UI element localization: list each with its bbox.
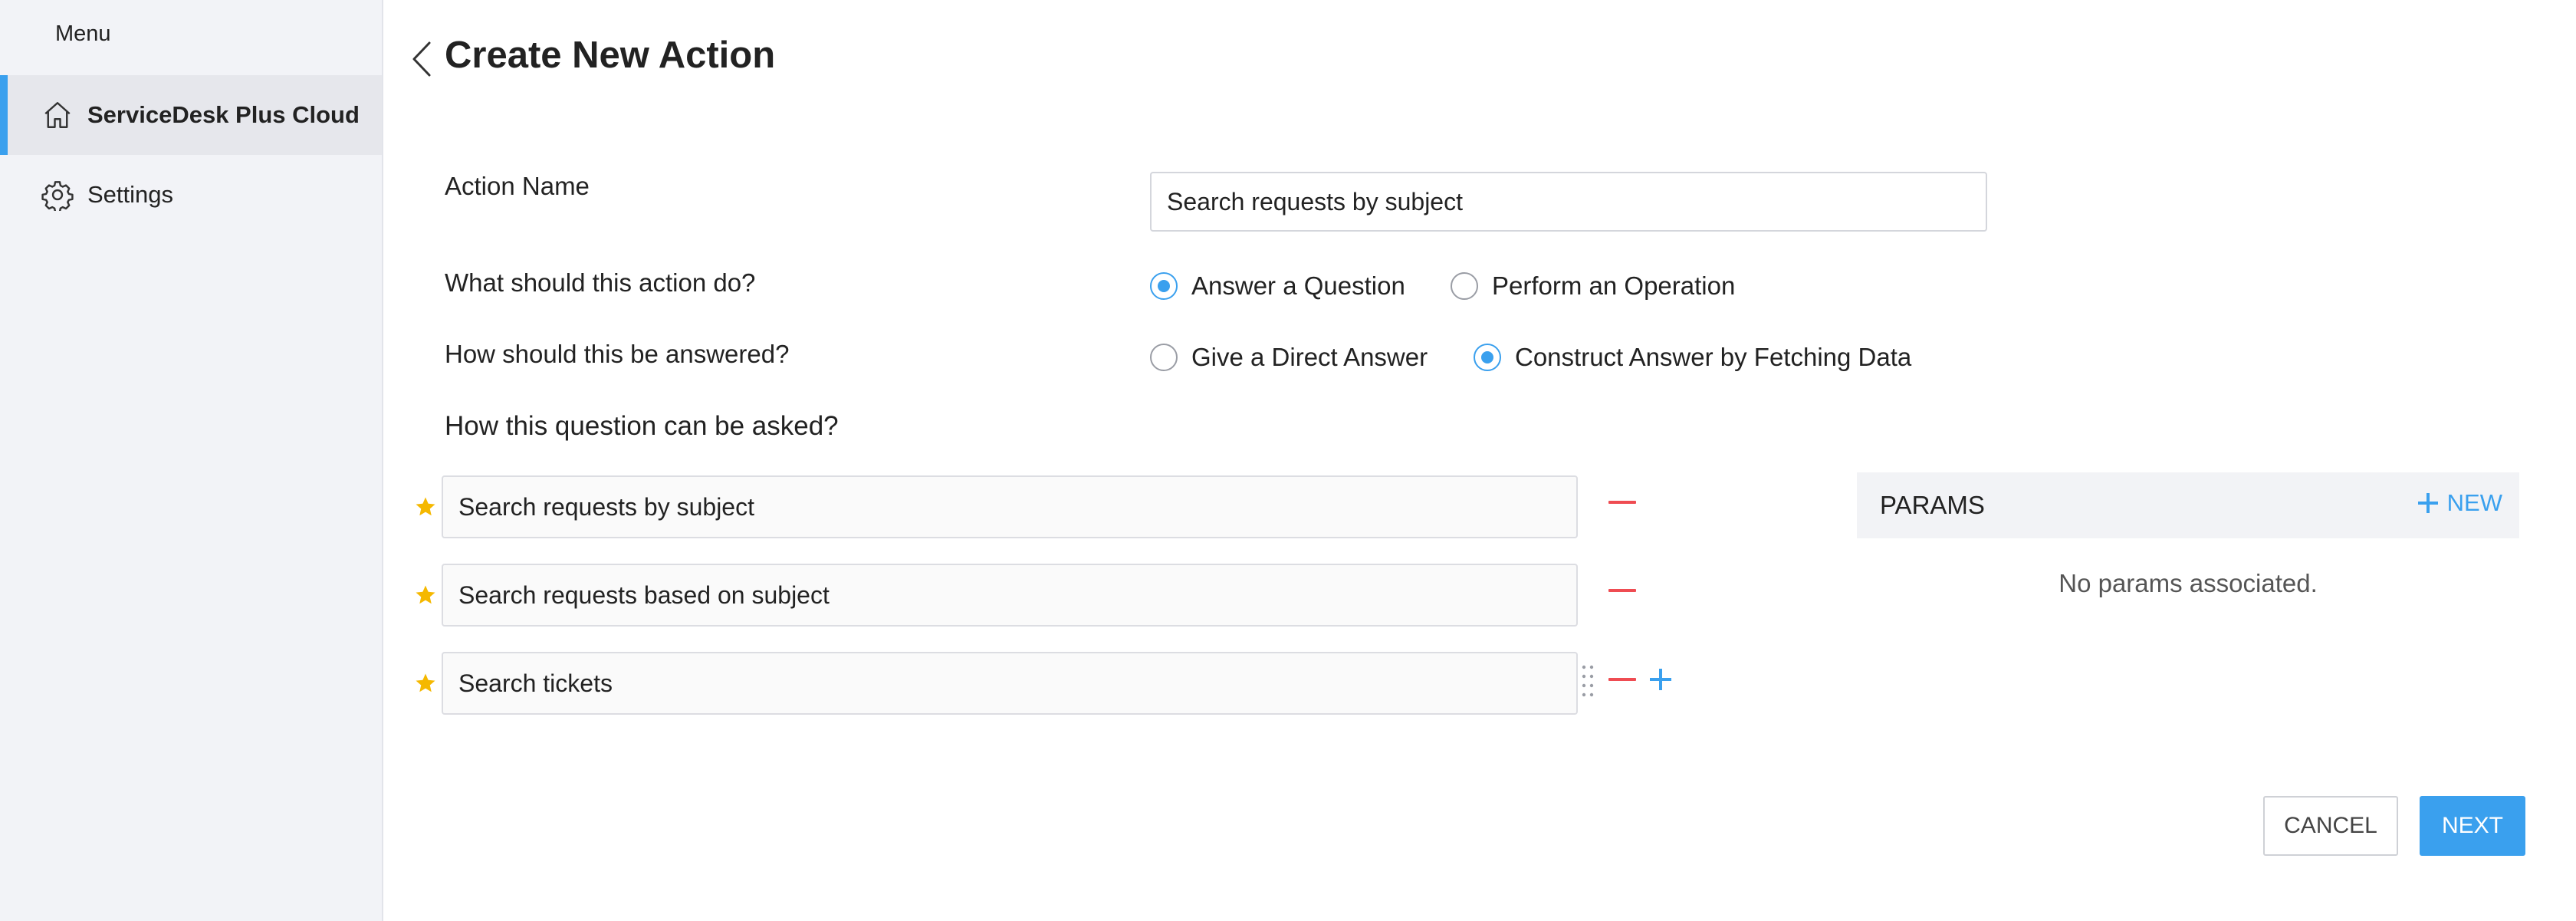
radio-circle xyxy=(1150,344,1178,371)
radio-perform-an-operation[interactable]: Perform an Operation xyxy=(1451,271,1735,301)
new-param-label: NEW xyxy=(2446,489,2502,516)
params-title: PARAMS xyxy=(1880,491,1985,519)
sidebar-item-servicedesk-plus-cloud[interactable]: ServiceDesk Plus Cloud xyxy=(0,75,382,155)
remove-question-button[interactable] xyxy=(1608,495,1636,510)
sidebar-item-label: Settings xyxy=(87,181,174,208)
gear-icon xyxy=(41,181,74,211)
sidebar-item-label: ServiceDesk Plus Cloud xyxy=(87,101,360,128)
next-button[interactable]: NEXT xyxy=(2420,796,2525,856)
question-input[interactable] xyxy=(442,564,1578,627)
radio-label: Perform an Operation xyxy=(1492,271,1736,300)
radio-answer-a-question[interactable]: Answer a Question xyxy=(1150,271,1405,301)
radio-label: Answer a Question xyxy=(1191,271,1405,300)
remove-question-button[interactable] xyxy=(1608,583,1636,598)
question-input[interactable] xyxy=(442,475,1578,538)
radio-circle-selected xyxy=(1474,344,1501,371)
star-icon xyxy=(416,673,435,692)
page-title: Create New Action xyxy=(445,35,776,76)
star-icon xyxy=(416,585,435,604)
sidebar-item-settings[interactable]: Settings xyxy=(0,155,382,235)
answer-type-label: How should this be answered? xyxy=(445,340,790,368)
plus-icon xyxy=(2417,493,2438,513)
add-question-button[interactable] xyxy=(1648,667,1673,692)
chevron-left-icon[interactable] xyxy=(409,40,434,78)
remove-question-button[interactable] xyxy=(1608,672,1636,687)
question-input[interactable] xyxy=(442,652,1578,715)
star-icon xyxy=(416,497,435,516)
menu-label: Menu xyxy=(55,21,111,46)
action-name-label: Action Name xyxy=(445,172,590,200)
radio-circle-selected xyxy=(1150,272,1178,300)
radio-give-a-direct-answer[interactable]: Give a Direct Answer xyxy=(1150,343,1428,372)
cancel-button[interactable]: CANCEL xyxy=(2263,796,2398,856)
sidebar: Menu ServiceDesk Plus Cloud Settings xyxy=(0,0,383,921)
radio-label: Give a Direct Answer xyxy=(1191,343,1428,371)
new-param-button[interactable]: NEW xyxy=(2417,489,2502,517)
drag-handle-icon[interactable] xyxy=(1581,664,1595,698)
params-empty-message: No params associated. xyxy=(2058,569,2318,597)
action-type-label: What should this action do? xyxy=(445,268,756,297)
home-icon xyxy=(44,102,71,128)
radio-construct-answer-by-fetching-data[interactable]: Construct Answer by Fetching Data xyxy=(1474,343,1911,372)
action-name-input[interactable] xyxy=(1150,172,1987,232)
radio-label: Construct Answer by Fetching Data xyxy=(1515,343,1912,371)
radio-circle xyxy=(1451,272,1478,300)
params-header: PARAMS NEW xyxy=(1857,472,2519,538)
questions-label: How this question can be asked? xyxy=(445,411,839,441)
